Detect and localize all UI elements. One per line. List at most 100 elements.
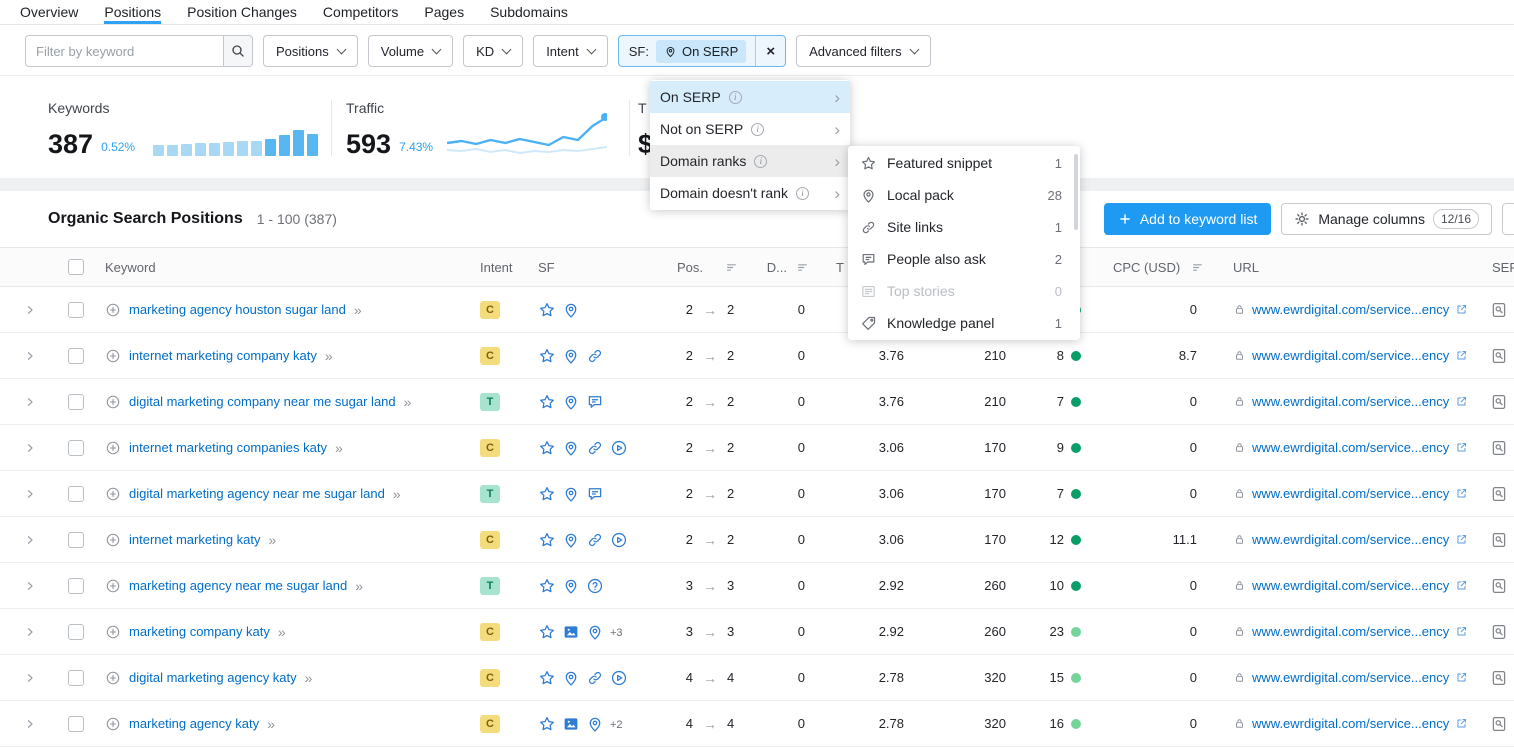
url-link[interactable]: www.ewrdigital.com/service...ency	[1252, 394, 1449, 409]
external-link-icon[interactable]	[1455, 533, 1468, 546]
add-keyword-icon[interactable]	[105, 440, 121, 456]
url-link[interactable]: www.ewrdigital.com/service...ency	[1252, 624, 1449, 639]
table-row[interactable]: internet marketing company katy » C 2 → …	[0, 333, 1514, 379]
external-link-icon[interactable]	[1455, 395, 1468, 408]
add-keyword-icon[interactable]	[105, 716, 121, 732]
add-keyword-icon[interactable]	[105, 302, 121, 318]
tab-pages[interactable]: Pages	[424, 4, 464, 24]
url-link[interactable]: www.ewrdigital.com/service...ency	[1252, 532, 1449, 547]
sf-chip-remove-button[interactable]: ×	[755, 36, 785, 66]
add-keyword-icon[interactable]	[105, 348, 121, 364]
serp-preview-icon[interactable]	[1490, 577, 1508, 595]
row-checkbox[interactable]	[68, 624, 84, 640]
tab-overview[interactable]: Overview	[20, 4, 78, 24]
external-link-icon[interactable]	[1455, 671, 1468, 684]
url-link[interactable]: www.ewrdigital.com/service...ency	[1252, 578, 1449, 593]
row-checkbox[interactable]	[68, 394, 84, 410]
row-checkbox[interactable]	[68, 578, 84, 594]
row-checkbox[interactable]	[68, 716, 84, 732]
serp-preview-icon[interactable]	[1490, 669, 1508, 687]
keyword-link[interactable]: internet marketing company katy	[129, 348, 317, 363]
advanced-filters-dropdown[interactable]: Advanced filters	[796, 35, 931, 67]
menu-item-domain-ranks[interactable]: Domain ranksi›	[650, 145, 850, 177]
keyword-filter-input[interactable]	[25, 35, 223, 67]
expand-row-chevron[interactable]	[24, 350, 36, 362]
open-serp-chevrons-icon[interactable]: »	[393, 486, 401, 502]
open-serp-chevrons-icon[interactable]: »	[269, 532, 277, 548]
row-checkbox[interactable]	[68, 670, 84, 686]
table-row[interactable]: digital marketing agency near me sugar l…	[0, 471, 1514, 517]
table-row[interactable]: internet marketing companies katy » C 2 …	[0, 425, 1514, 471]
add-keyword-icon[interactable]	[105, 578, 121, 594]
submenu-item-top-stories[interactable]: Top stories0	[848, 275, 1080, 307]
serp-preview-icon[interactable]	[1490, 393, 1508, 411]
submenu-item-people-also-ask[interactable]: People also ask2	[848, 243, 1080, 275]
row-checkbox[interactable]	[68, 532, 84, 548]
table-row[interactable]: marketing agency houston sugar land » C …	[0, 287, 1514, 333]
open-serp-chevrons-icon[interactable]: »	[404, 394, 412, 410]
row-checkbox[interactable]	[68, 302, 84, 318]
url-link[interactable]: www.ewrdigital.com/service...ency	[1252, 670, 1449, 685]
row-checkbox[interactable]	[68, 440, 84, 456]
add-keyword-icon[interactable]	[105, 532, 121, 548]
url-link[interactable]: www.ewrdigital.com/service...ency	[1252, 716, 1449, 731]
serp-preview-icon[interactable]	[1490, 485, 1508, 503]
serp-preview-icon[interactable]	[1490, 715, 1508, 733]
expand-row-chevron[interactable]	[24, 626, 36, 638]
sf-filter-chip[interactable]: SF: On SERP ×	[618, 35, 786, 67]
external-link-icon[interactable]	[1455, 441, 1468, 454]
keyword-link[interactable]: marketing company katy	[129, 624, 270, 639]
table-row[interactable]: marketing agency near me sugar land » T …	[0, 563, 1514, 609]
tab-positions[interactable]: Positions	[104, 4, 161, 24]
expand-row-chevron[interactable]	[24, 580, 36, 592]
add-to-keyword-list-button[interactable]: Add to keyword list	[1104, 203, 1272, 235]
submenu-item-local-pack[interactable]: Local pack28	[848, 179, 1080, 211]
external-link-icon[interactable]	[1455, 579, 1468, 592]
tab-subdomains[interactable]: Subdomains	[490, 4, 568, 24]
col-header-keyword[interactable]: Keyword	[95, 260, 470, 275]
expand-row-chevron[interactable]	[24, 442, 36, 454]
col-header-cpc[interactable]: CPC (USD)	[1085, 260, 1205, 275]
keyword-link[interactable]: marketing agency houston sugar land	[129, 302, 346, 317]
add-keyword-icon[interactable]	[105, 624, 121, 640]
expand-row-chevron[interactable]	[24, 718, 36, 730]
sort-icon[interactable]	[725, 261, 738, 274]
col-header-url[interactable]: URL	[1205, 260, 1470, 275]
serp-preview-icon[interactable]	[1490, 301, 1508, 319]
add-keyword-icon[interactable]	[105, 670, 121, 686]
keyword-link[interactable]: digital marketing agency katy	[129, 670, 297, 685]
external-link-icon[interactable]	[1455, 625, 1468, 638]
external-link-icon[interactable]	[1455, 487, 1468, 500]
row-checkbox[interactable]	[68, 486, 84, 502]
menu-item-on-serp[interactable]: On SERPi›	[650, 81, 850, 113]
open-serp-chevrons-icon[interactable]: »	[267, 716, 275, 732]
col-header-diff[interactable]: D...	[755, 260, 815, 275]
select-all-checkbox[interactable]	[68, 259, 84, 275]
expand-row-chevron[interactable]	[24, 534, 36, 546]
serp-preview-icon[interactable]	[1490, 531, 1508, 549]
col-header-sf[interactable]: SF	[530, 260, 665, 275]
manage-columns-button[interactable]: Manage columns 12/16	[1281, 203, 1492, 235]
table-row[interactable]: marketing agency katy » C +2 4 → 4 0 2.7…	[0, 701, 1514, 747]
table-row[interactable]: digital marketing agency katy » C 4 → 4 …	[0, 655, 1514, 701]
expand-row-chevron[interactable]	[24, 304, 36, 316]
submenu-scrollbar[interactable]	[1074, 154, 1078, 230]
menu-item-not-on-serp[interactable]: Not on SERPi›	[650, 113, 850, 145]
keyword-link[interactable]: digital marketing agency near me sugar l…	[129, 486, 385, 501]
intent-filter-dropdown[interactable]: Intent	[533, 35, 608, 67]
url-link[interactable]: www.ewrdigital.com/service...ency	[1252, 486, 1449, 501]
open-serp-chevrons-icon[interactable]: »	[354, 302, 362, 318]
open-serp-chevrons-icon[interactable]: »	[355, 578, 363, 594]
keyword-link[interactable]: internet marketing companies katy	[129, 440, 327, 455]
table-row[interactable]: digital marketing company near me sugar …	[0, 379, 1514, 425]
cutoff-button[interactable]	[1502, 203, 1514, 235]
positions-filter-dropdown[interactable]: Positions	[263, 35, 358, 67]
open-serp-chevrons-icon[interactable]: »	[305, 670, 313, 686]
kd-filter-dropdown[interactable]: KD	[463, 35, 523, 67]
submenu-item-featured-snippet[interactable]: Featured snippet1	[848, 147, 1080, 179]
url-link[interactable]: www.ewrdigital.com/service...ency	[1252, 348, 1449, 363]
search-button[interactable]	[223, 35, 253, 67]
keyword-link[interactable]: digital marketing company near me sugar …	[129, 394, 396, 409]
col-header-intent[interactable]: Intent	[470, 260, 530, 275]
keyword-link[interactable]: internet marketing katy	[129, 532, 261, 547]
